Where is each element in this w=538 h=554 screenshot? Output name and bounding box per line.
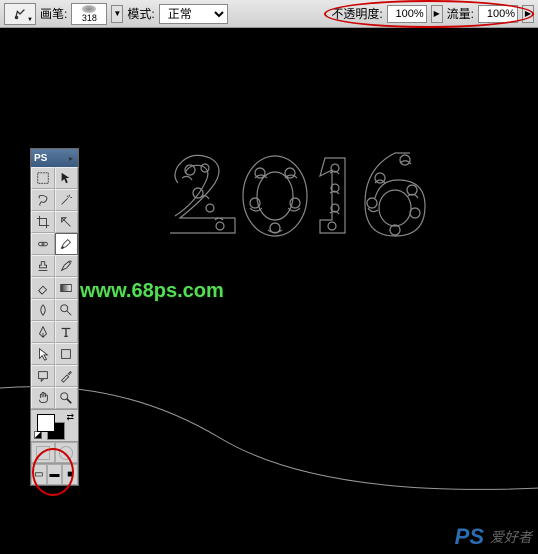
screen-standard-button[interactable]: ▭: [31, 464, 47, 485]
screenmode-row: ▭ ▬ ■: [31, 463, 78, 485]
type-tool[interactable]: [55, 321, 79, 343]
tools-grid: [31, 167, 78, 409]
options-toolbar: ▼ 画笔: 318 ▼ 模式: 正常 不透明度: ▶ 流量: ▶: [0, 0, 538, 28]
zoom-tool[interactable]: [55, 387, 79, 409]
quickmask-mode-button[interactable]: [55, 442, 79, 463]
screen-fullmenu-button[interactable]: ▬: [47, 464, 63, 485]
opacity-label: 不透明度:: [331, 5, 382, 22]
tools-panel-title: PS: [34, 153, 47, 164]
history-brush-tool[interactable]: [55, 255, 79, 277]
brush-label: 画笔:: [40, 5, 67, 22]
healing-tool[interactable]: [31, 233, 55, 255]
watermark-text: www.68ps.com: [80, 280, 224, 303]
curve-path: [0, 368, 538, 548]
brush-flyout-button[interactable]: ▼: [111, 5, 123, 23]
pen-tool[interactable]: [31, 321, 55, 343]
brush-preset-picker[interactable]: 318: [71, 3, 107, 25]
flow-input[interactable]: [478, 5, 518, 23]
wand-tool[interactable]: [55, 189, 79, 211]
mode-label: 模式:: [127, 5, 154, 22]
standard-mode-button[interactable]: [31, 442, 55, 463]
swap-colors-icon[interactable]: ⇄: [66, 412, 74, 423]
quickmask-row: [31, 441, 78, 463]
stamp-tool[interactable]: [31, 255, 55, 277]
tools-panel: PS ▸ ⇄ ▭ ▬ ■: [30, 148, 79, 486]
brush-tool[interactable]: [55, 233, 79, 255]
move-tool[interactable]: [55, 167, 79, 189]
eyedropper-tool[interactable]: [55, 365, 79, 387]
blend-mode-select[interactable]: 正常: [159, 4, 228, 24]
crop-tool[interactable]: [31, 211, 55, 233]
dodge-tool[interactable]: [55, 299, 79, 321]
flow-flyout-button[interactable]: ▶: [522, 5, 534, 23]
foreground-color[interactable]: [37, 414, 55, 432]
default-colors-icon[interactable]: [34, 431, 42, 439]
slice-tool[interactable]: [55, 211, 79, 233]
artwork-2016: [160, 148, 460, 258]
brush-size-value: 318: [82, 13, 97, 23]
panel-menu-icon[interactable]: ▸: [64, 151, 78, 165]
brush-shape-icon: [82, 5, 96, 13]
blur-tool[interactable]: [31, 299, 55, 321]
opacity-flyout-button[interactable]: ▶: [431, 5, 443, 23]
eraser-tool[interactable]: [31, 277, 55, 299]
opacity-input[interactable]: [387, 5, 427, 23]
canvas-area[interactable]: www.68ps.com: [0, 28, 538, 554]
shape-tool[interactable]: [55, 343, 79, 365]
footer-watermark: PS 爱好者: [455, 524, 532, 550]
gradient-tool[interactable]: [55, 277, 79, 299]
flow-label: 流量:: [447, 5, 474, 22]
footer-text: 爱好者: [490, 527, 532, 547]
lasso-tool[interactable]: [31, 189, 55, 211]
notes-tool[interactable]: [31, 365, 55, 387]
tools-panel-header[interactable]: PS ▸: [31, 149, 78, 167]
chevron-down-icon: ▼: [27, 17, 33, 23]
marquee-tool[interactable]: [31, 167, 55, 189]
current-tool-icon[interactable]: ▼: [4, 3, 36, 25]
screen-full-button[interactable]: ■: [62, 464, 78, 485]
path-select-tool[interactable]: [31, 343, 55, 365]
color-swatch[interactable]: ⇄: [31, 409, 78, 441]
hand-tool[interactable]: [31, 387, 55, 409]
footer-logo: PS: [455, 524, 484, 550]
